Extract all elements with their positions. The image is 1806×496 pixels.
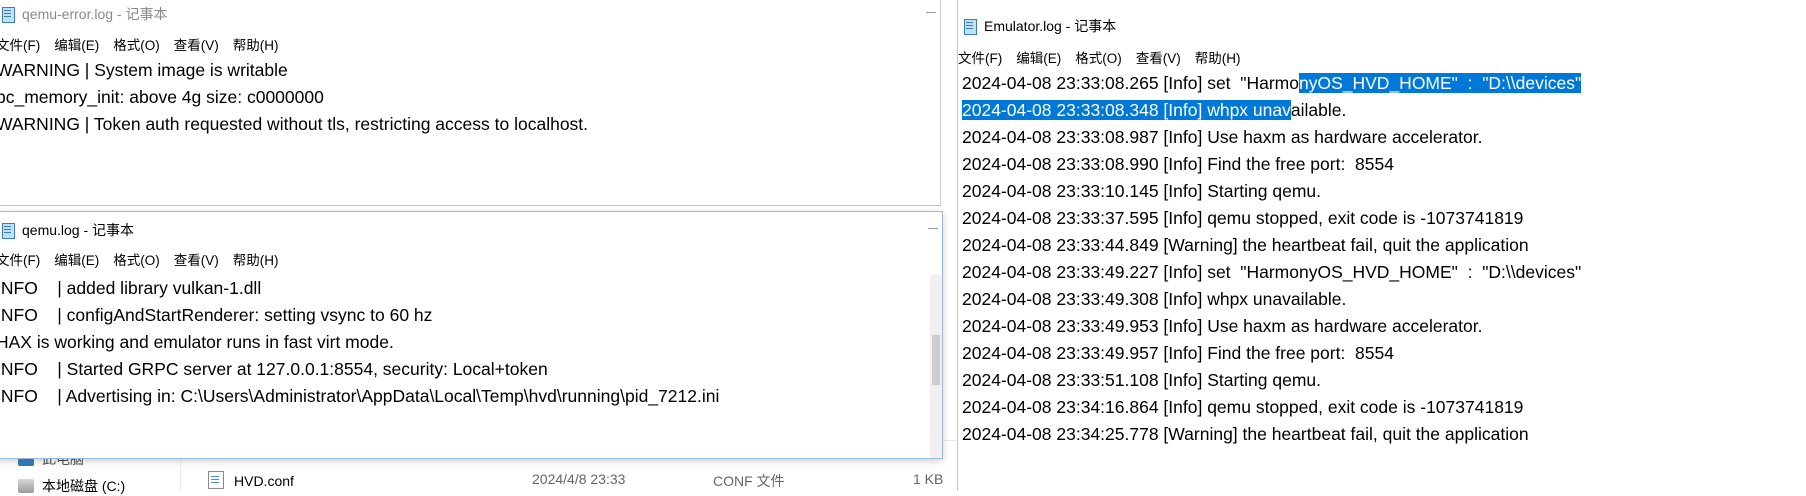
minimize-icon[interactable] — [928, 228, 938, 229]
log-line: INFO | configAndStartRenderer: setting v… — [0, 305, 433, 325]
notepad-window-qemu[interactable]: qemu.log - 记事本 文件(F) 编辑(E) 格式(O) 查看(V) 帮… — [0, 212, 942, 458]
scrollbar-thumb[interactable] — [932, 335, 940, 385]
log-line: 2024-04-08 23:34:16.864 [Info] qemu stop… — [962, 397, 1524, 417]
file-name: HVD.conf — [234, 473, 294, 489]
menu-format[interactable]: 格式(O) — [1075, 47, 1130, 67]
log-line: 2024-04-08 23:33:37.595 [Info] qemu stop… — [962, 208, 1524, 228]
log-line: 2024-04-08 23:33:08.987 [Info] Use haxm … — [962, 127, 1483, 147]
log-line: INFO | Advertising in: C:\Users\Administ… — [0, 386, 720, 406]
menu-file[interactable]: 文件(F) — [0, 249, 48, 269]
log-line: 2024-04-08 23:33:44.849 [Warning] the he… — [962, 235, 1529, 255]
log-line: 2024-04-08 23:34:25.778 [Warning] the he… — [962, 424, 1529, 444]
log-line: WARNING | System image is writable — [0, 60, 288, 80]
log-line: 2024-04-08 23:33:49.953 [Info] Use haxm … — [962, 316, 1483, 336]
menu-edit[interactable]: 编辑(E) — [54, 249, 107, 269]
notepad-window-qemu-error[interactable]: qemu-error.log - 记事本 文件(F) 编辑(E) 格式(O) 查… — [0, 0, 941, 206]
file-size: 1 KB — [913, 471, 944, 487]
menu-help[interactable]: 帮助(H) — [233, 249, 287, 269]
title-bar[interactable]: qemu.log - 记事本 — [0, 216, 942, 244]
text-editor[interactable]: 2024-04-08 23:33:08.265 [Info] set "Harm… — [958, 70, 1806, 491]
file-icon — [208, 471, 224, 489]
vertical-scrollbar[interactable] — [930, 275, 942, 458]
log-line: 2024-04-08 23:33:10.145 [Info] Starting … — [962, 181, 1322, 201]
minimize-icon[interactable] — [926, 12, 936, 13]
file-row-hvd-conf[interactable]: HVD.conf — [208, 471, 294, 489]
menu-view[interactable]: 查看(V) — [174, 249, 227, 269]
log-line: INFO | Started GRPC server at 127.0.0.1:… — [0, 359, 548, 379]
log-line: 2024-04-08 23:33:08.265 [Info] set "Harm… — [962, 73, 1582, 93]
nav-item-local-disk[interactable]: 本地磁盘 (C:) — [18, 476, 125, 496]
log-line: 2024-04-08 23:33:08.990 [Info] Find the … — [962, 154, 1394, 174]
menu-edit[interactable]: 编辑(E) — [54, 34, 107, 54]
log-line: 2024-04-08 23:33:49.227 [Info] set "Harm… — [962, 262, 1582, 282]
notepad-icon — [0, 6, 16, 23]
log-line: 2024-04-08 23:33:51.108 [Info] Starting … — [962, 370, 1322, 390]
log-line: 2024-04-08 23:33:49.957 [Info] Find the … — [962, 343, 1394, 363]
log-line: WARNING | Token auth requested without t… — [0, 114, 589, 134]
file-type: CONF 文件 — [713, 473, 785, 489]
log-line: INFO | added library vulkan-1.dll — [0, 278, 262, 298]
notepad-icon — [0, 222, 16, 239]
menu-bar: 文件(F) 编辑(E) 格式(O) 查看(V) 帮助(H) — [958, 46, 1806, 68]
menu-file[interactable]: 文件(F) — [958, 47, 1010, 67]
text-selection: nyOS_HVD_HOME" : "D:\\devices" — [1299, 73, 1582, 93]
text-editor[interactable]: WARNING | System image is writable pc_me… — [0, 57, 940, 205]
menu-format[interactable]: 格式(O) — [113, 249, 168, 269]
title-bar[interactable]: qemu-error.log - 记事本 — [0, 0, 940, 28]
menu-help[interactable]: 帮助(H) — [233, 34, 287, 54]
menu-bar: 文件(F) 编辑(E) 格式(O) 查看(V) 帮助(H) — [0, 33, 940, 55]
window-title: Emulator.log - 记事本 — [984, 18, 1117, 34]
log-line: 2024-04-08 23:33:08.348 [Info] whpx unav… — [962, 100, 1347, 120]
menu-file[interactable]: 文件(F) — [0, 34, 48, 54]
notepad-icon — [962, 18, 978, 35]
menu-view[interactable]: 查看(V) — [1136, 47, 1189, 67]
text-selection: 2024-04-08 23:33:08.348 [Info] whpx unav — [962, 100, 1291, 120]
menu-bar: 文件(F) 编辑(E) 格式(O) 查看(V) 帮助(H) — [0, 248, 942, 270]
window-title: qemu-error.log - 记事本 — [22, 6, 168, 22]
log-line: HAX is working and emulator runs in fast… — [0, 332, 394, 352]
menu-view[interactable]: 查看(V) — [174, 34, 227, 54]
title-bar[interactable]: Emulator.log - 记事本 — [958, 12, 1806, 40]
menu-help[interactable]: 帮助(H) — [1195, 47, 1249, 67]
menu-format[interactable]: 格式(O) — [113, 34, 168, 54]
text-editor[interactable]: INFO | added library vulkan-1.dll INFO |… — [0, 275, 942, 458]
notepad-window-emulator[interactable]: Emulator.log - 记事本 文件(F) 编辑(E) 格式(O) 查看(… — [957, 0, 1806, 491]
log-line: 2024-04-08 23:33:49.308 [Info] whpx unav… — [962, 289, 1347, 309]
file-date: 2024/4/8 23:33 — [532, 471, 626, 487]
window-title: qemu.log - 记事本 — [22, 222, 135, 238]
menu-edit[interactable]: 编辑(E) — [1016, 47, 1069, 67]
log-line: pc_memory_init: above 4g size: c0000000 — [0, 87, 324, 107]
